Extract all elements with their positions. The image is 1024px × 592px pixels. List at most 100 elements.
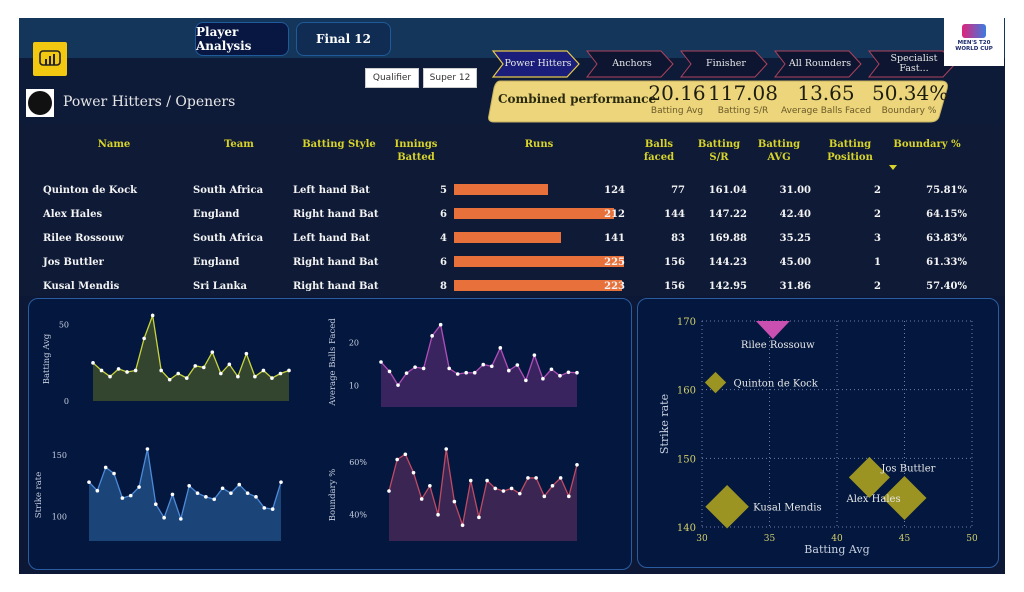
data-point[interactable] <box>558 476 563 480</box>
scatter-point[interactable] <box>755 321 790 339</box>
header-boundary-pct[interactable]: Boundary % <box>887 138 967 151</box>
data-point[interactable] <box>379 360 383 364</box>
data-point[interactable] <box>489 364 494 369</box>
data-point[interactable] <box>421 366 426 371</box>
data-point[interactable] <box>212 497 217 502</box>
data-point[interactable] <box>567 494 571 499</box>
data-point[interactable] <box>153 502 158 506</box>
tab-final-12[interactable]: Final 12 <box>296 22 391 56</box>
data-point[interactable] <box>193 364 198 368</box>
data-point[interactable] <box>145 447 150 451</box>
data-point[interactable] <box>396 383 400 387</box>
data-point[interactable] <box>99 368 104 373</box>
header-batting-avg[interactable]: Batting AVG <box>753 138 805 164</box>
filter-super12-button[interactable]: Super 12 <box>423 68 477 88</box>
data-point[interactable] <box>566 370 571 375</box>
data-point[interactable] <box>507 368 511 373</box>
data-point[interactable] <box>485 478 489 483</box>
data-point[interactable] <box>413 365 417 369</box>
data-point[interactable] <box>219 371 223 376</box>
header-runs[interactable]: Runs <box>509 138 569 151</box>
data-point[interactable] <box>159 368 163 373</box>
data-point[interactable] <box>142 336 146 341</box>
table-row[interactable]: Kusal Mendis Sri Lanka Right hand Bat 8 223 1… <box>19 276 1005 300</box>
data-point[interactable] <box>447 366 451 371</box>
data-point[interactable] <box>229 491 233 495</box>
data-point[interactable] <box>261 368 266 373</box>
table-row[interactable]: Jos Buttler England Right hand Bat 6 225 156 1… <box>19 252 1005 276</box>
data-point[interactable] <box>116 367 121 371</box>
data-point[interactable] <box>137 485 141 489</box>
data-point[interactable] <box>526 476 530 480</box>
header-batting-style[interactable]: Batting Style <box>289 138 389 151</box>
data-point[interactable] <box>472 370 477 375</box>
header-name[interactable]: Name <box>79 138 149 151</box>
data-point[interactable] <box>125 370 129 374</box>
data-point[interactable] <box>237 482 242 487</box>
data-point[interactable] <box>167 377 172 382</box>
data-point[interactable] <box>287 368 291 373</box>
filter-qualifier-button[interactable]: Qualifier <box>365 68 419 88</box>
data-point[interactable] <box>201 365 206 370</box>
data-point[interactable] <box>279 480 283 484</box>
data-point[interactable] <box>403 452 408 457</box>
data-point[interactable] <box>95 488 100 493</box>
category-all-rounders[interactable]: All Rounders <box>773 50 867 78</box>
data-point[interactable] <box>549 367 554 372</box>
data-point[interactable] <box>542 494 547 499</box>
data-point[interactable] <box>204 495 208 499</box>
data-point[interactable] <box>170 492 175 497</box>
data-point[interactable] <box>395 457 399 462</box>
category-finisher[interactable]: Finisher <box>679 50 773 78</box>
data-point[interactable] <box>87 480 91 484</box>
header-balls-faced[interactable]: Balls faced <box>635 138 683 164</box>
data-point[interactable] <box>493 486 498 491</box>
data-point[interactable] <box>464 370 469 375</box>
data-point[interactable] <box>517 491 522 496</box>
data-point[interactable] <box>195 491 200 495</box>
data-point[interactable] <box>501 489 506 493</box>
data-point[interactable] <box>532 353 537 357</box>
data-point[interactable] <box>550 484 555 488</box>
data-point[interactable] <box>575 370 579 375</box>
data-point[interactable] <box>254 495 258 499</box>
data-point[interactable] <box>210 350 215 354</box>
data-point[interactable] <box>103 465 108 470</box>
data-point[interactable] <box>575 462 579 467</box>
data-point[interactable] <box>179 517 183 521</box>
data-point[interactable] <box>236 374 240 379</box>
data-point[interactable] <box>176 371 181 376</box>
data-point[interactable] <box>438 322 443 327</box>
category-power-hitters[interactable]: Power Hitters <box>491 50 585 78</box>
data-point[interactable] <box>108 374 112 379</box>
data-point[interactable] <box>387 369 392 374</box>
data-point[interactable] <box>419 497 424 501</box>
data-point[interactable] <box>220 486 225 491</box>
data-point[interactable] <box>404 371 409 375</box>
data-point[interactable] <box>460 523 465 528</box>
table-row[interactable]: Rilee Rossouw South Africa Left hand Bat 4 1… <box>19 228 1005 252</box>
header-team[interactable]: Team <box>209 138 269 151</box>
data-point[interactable] <box>270 507 275 511</box>
data-point[interactable] <box>387 489 391 493</box>
data-point[interactable] <box>468 478 473 483</box>
data-point[interactable] <box>128 493 133 498</box>
tab-player-analysis[interactable]: Player Analysis <box>195 22 289 56</box>
data-point[interactable] <box>509 486 514 491</box>
data-point[interactable] <box>262 506 267 510</box>
header-batting-position[interactable]: Batting Position <box>815 138 885 164</box>
data-point[interactable] <box>477 515 481 520</box>
data-point[interactable] <box>481 362 486 367</box>
data-point[interactable] <box>187 484 191 488</box>
data-point[interactable] <box>430 334 434 338</box>
data-point[interactable] <box>534 476 538 480</box>
data-point[interactable] <box>244 351 249 356</box>
category-anchors[interactable]: Anchors <box>585 50 679 78</box>
data-point[interactable] <box>253 374 257 379</box>
data-point[interactable] <box>162 515 166 520</box>
header-innings-batted[interactable]: Innings Batted <box>391 138 441 164</box>
data-point[interactable] <box>411 470 416 475</box>
data-point[interactable] <box>91 361 95 365</box>
sort-descending-icon[interactable] <box>889 165 897 170</box>
data-point[interactable] <box>150 313 155 318</box>
